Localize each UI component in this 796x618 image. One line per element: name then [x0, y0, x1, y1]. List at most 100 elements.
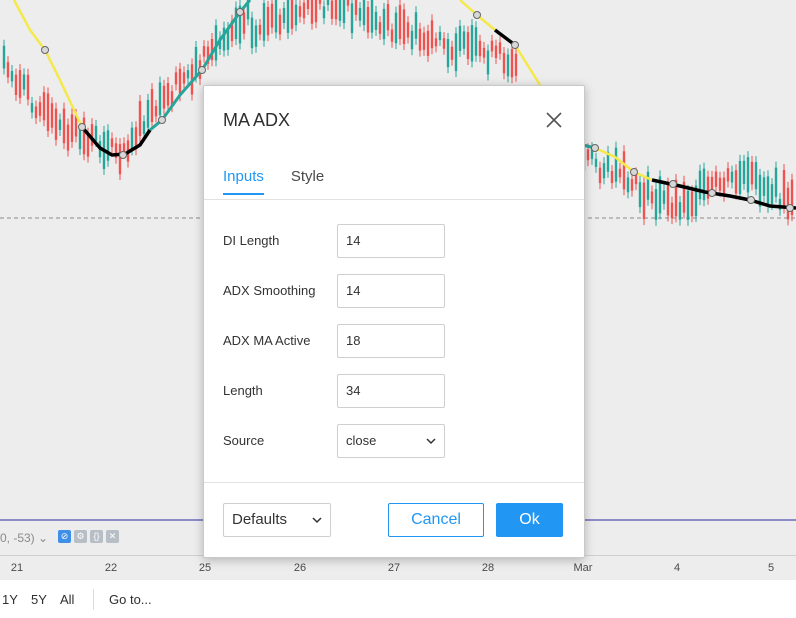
candle-body [174, 72, 178, 85]
goto-button[interactable]: Go to... [109, 592, 152, 607]
candle-body [478, 40, 482, 57]
candle-body [714, 171, 718, 187]
settings-gear-icon[interactable]: ⚙ [74, 530, 87, 543]
candle-body [270, 3, 274, 28]
time-tick: 25 [198, 562, 212, 574]
candle-body [166, 82, 170, 106]
defaults-label: Defaults [232, 511, 288, 528]
range-all-button[interactable]: All [60, 592, 74, 607]
candle-body [498, 42, 502, 54]
candle-body [666, 183, 670, 216]
candle-body [70, 114, 74, 142]
candle-body [394, 12, 398, 44]
candle-body [90, 124, 94, 146]
chevron-down-icon [426, 438, 436, 445]
di-length-input[interactable]: 14 [337, 224, 445, 258]
defaults-dropdown[interactable]: Defaults [223, 503, 331, 537]
candle-body [418, 28, 422, 51]
field-di-length: DI Length 14 [223, 224, 563, 258]
candle-body [262, 2, 266, 41]
candle-body [386, 3, 390, 31]
cancel-button[interactable]: Cancel [388, 503, 484, 537]
candle-body [450, 46, 454, 60]
candle-body [786, 187, 790, 220]
candle-body [434, 38, 438, 47]
close-icon[interactable] [544, 110, 564, 130]
ma-marker [236, 8, 244, 16]
field-label: Length [223, 383, 263, 398]
candle-body [398, 5, 402, 40]
candle-body [490, 40, 494, 52]
tab-inputs[interactable]: Inputs [223, 168, 264, 195]
candle-body [722, 177, 726, 196]
ma-marker [511, 41, 519, 49]
candle-body [138, 101, 142, 136]
candle-body [690, 191, 694, 217]
candle-body [382, 8, 386, 40]
candle-body [354, 0, 358, 15]
candle-body [266, 6, 270, 36]
candle-body [338, 0, 342, 21]
ma-marker [786, 204, 794, 212]
candle-body [306, 0, 310, 9]
candle-body [158, 82, 162, 116]
candle-body [366, 6, 370, 33]
candle-body [14, 74, 18, 95]
candle-body [370, 0, 374, 33]
candle-body [94, 125, 98, 141]
candle-body [494, 45, 498, 58]
time-axis[interactable]: 21 22 25 26 27 28 Mar 4 5 [0, 555, 796, 581]
candle-body [710, 176, 714, 190]
ma-marker [158, 116, 166, 124]
adx-smoothing-input[interactable]: 14 [337, 274, 445, 308]
candle-body [766, 176, 770, 207]
source-code-icon[interactable]: {} [90, 530, 103, 543]
candle-body [282, 7, 286, 23]
visibility-toggle-icon[interactable]: ⊘ [58, 530, 71, 543]
tab-style[interactable]: Style [291, 168, 324, 195]
range-1y-button[interactable]: 1Y [2, 592, 18, 607]
candle-body [374, 11, 378, 30]
ma-line-yellow [513, 44, 542, 86]
time-tick: 22 [104, 562, 118, 574]
field-adx-ma-active: ADX MA Active 18 [223, 324, 563, 358]
time-tick: 4 [673, 562, 681, 574]
source-select-value: close [346, 433, 377, 448]
candle-body [738, 160, 742, 195]
range-5y-button[interactable]: 5Y [31, 592, 47, 607]
candle-body [610, 171, 614, 184]
candle-body [750, 161, 754, 185]
remove-icon[interactable]: ✕ [106, 530, 119, 543]
candle-body [474, 27, 478, 56]
candle-body [82, 117, 86, 155]
candle-body [54, 108, 58, 140]
candle-body [678, 202, 682, 220]
candle-body [630, 179, 634, 191]
candle-body [346, 0, 350, 6]
candle-body [378, 22, 382, 34]
candle-body [106, 130, 110, 161]
length-input[interactable]: 34 [337, 374, 445, 408]
candle-body [186, 70, 190, 79]
candle-body [334, 0, 338, 20]
ok-button[interactable]: Ok [496, 503, 563, 537]
candle-body [702, 168, 706, 201]
source-select[interactable]: close [337, 424, 445, 458]
candle-body [290, 0, 294, 29]
adx-ma-active-input[interactable]: 18 [337, 324, 445, 358]
candle-body [318, 0, 322, 4]
candle-body [618, 168, 622, 178]
candle-body [294, 4, 298, 26]
candle-body [78, 128, 82, 150]
candle-body [506, 54, 510, 77]
ma-marker [630, 168, 638, 176]
candle-body [46, 93, 50, 132]
candle-body [698, 170, 702, 200]
candle-body [178, 68, 182, 96]
candle-body [442, 38, 446, 49]
candle-body [274, 0, 278, 33]
ma-marker [198, 66, 206, 74]
candle-body [254, 25, 258, 47]
candle-body [278, 14, 282, 35]
candle-body [466, 32, 470, 60]
